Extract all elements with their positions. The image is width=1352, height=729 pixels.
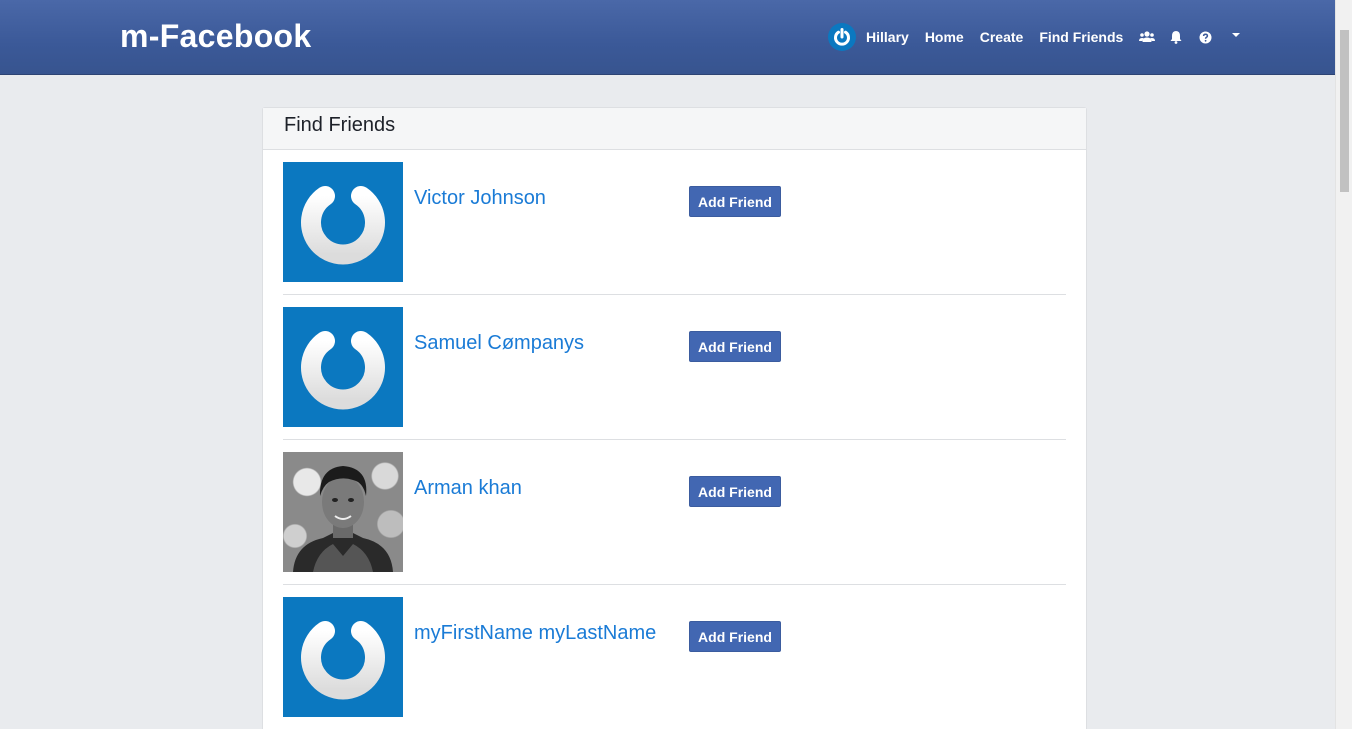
help-icon[interactable] bbox=[1197, 29, 1213, 45]
nav-home-link[interactable]: Home bbox=[925, 29, 964, 45]
list-item: Victor Johnson Add Friend bbox=[283, 150, 1066, 295]
profile-photo[interactable] bbox=[283, 162, 403, 282]
nav-find-friends-link[interactable]: Find Friends bbox=[1039, 29, 1123, 45]
friend-name-link[interactable]: Victor Johnson bbox=[414, 187, 546, 210]
user-avatar[interactable] bbox=[828, 23, 856, 51]
person-photo-icon bbox=[293, 466, 393, 572]
profile-photo[interactable] bbox=[283, 452, 403, 572]
add-friend-button[interactable]: Add Friend bbox=[689, 476, 781, 507]
power-icon bbox=[301, 325, 385, 410]
friend-name-link[interactable]: Samuel Cømpanys bbox=[414, 332, 584, 355]
add-friend-button[interactable]: Add Friend bbox=[689, 186, 781, 217]
scrollbar-thumb[interactable] bbox=[1340, 30, 1349, 192]
nav-create-link[interactable]: Create bbox=[980, 29, 1024, 45]
card-title: Find Friends bbox=[263, 108, 1086, 150]
power-icon bbox=[301, 180, 385, 265]
friend-name-link[interactable]: Arman khan bbox=[414, 477, 522, 500]
brand-logo[interactable]: m-Facebook bbox=[120, 18, 311, 55]
profile-photo[interactable] bbox=[283, 307, 403, 427]
add-friend-button[interactable]: Add Friend bbox=[689, 621, 781, 652]
add-friend-button[interactable]: Add Friend bbox=[689, 331, 781, 362]
nav-user-name[interactable]: Hillary bbox=[866, 29, 909, 45]
power-icon bbox=[834, 28, 850, 46]
friend-list: Victor Johnson Add Friend Samuel Cømpany… bbox=[263, 150, 1086, 729]
bell-icon[interactable] bbox=[1168, 29, 1184, 45]
top-navbar: m-Facebook Hillary Home Create Find Frie… bbox=[0, 0, 1352, 75]
list-item: Samuel Cømpanys Add Friend bbox=[283, 295, 1066, 440]
profile-photo[interactable] bbox=[283, 597, 403, 717]
friend-name-link[interactable]: myFirstName myLastName bbox=[414, 622, 656, 645]
power-icon bbox=[301, 615, 385, 700]
page-scrollbar[interactable] bbox=[1335, 0, 1352, 729]
users-icon[interactable] bbox=[1139, 29, 1156, 45]
caret-down-icon[interactable] bbox=[1226, 29, 1242, 45]
list-item: myFirstName myLastName Add Friend bbox=[283, 585, 1066, 729]
find-friends-card: Find Friends Victor Johnson Add Friend S… bbox=[262, 107, 1087, 729]
list-item: Arman khan Add Friend bbox=[283, 440, 1066, 585]
nav-right-menu: Hillary Home Create Find Friends bbox=[828, 22, 1255, 52]
